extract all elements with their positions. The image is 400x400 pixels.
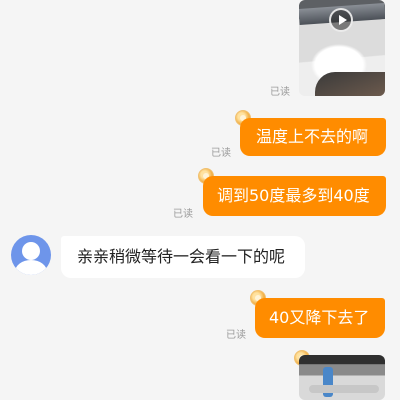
message-text: 40又降下去了 xyxy=(269,308,370,327)
play-icon[interactable] xyxy=(329,8,353,32)
outgoing-message-bubble[interactable]: 调到50度最多到40度 xyxy=(203,176,386,216)
avatar-body xyxy=(15,260,47,275)
read-receipt: 已读 xyxy=(226,330,246,341)
image-message-thumbnail[interactable] xyxy=(299,355,385,400)
customer-service-avatar[interactable] xyxy=(11,235,51,275)
video-message-thumbnail[interactable] xyxy=(299,0,385,96)
outgoing-message-bubble[interactable]: 温度上不去的啊 xyxy=(240,118,386,156)
chat-thread: 已读 温度上不去的啊 已读 调到50度最多到40度 已读 亲亲稍微等待一会看一下… xyxy=(0,0,400,400)
message-text: 亲亲稍微等待一会看一下的呢 xyxy=(77,247,286,266)
read-receipt: 已读 xyxy=(211,148,231,159)
incoming-message-bubble[interactable]: 亲亲稍微等待一会看一下的呢 xyxy=(61,236,305,278)
avatar-head xyxy=(22,242,40,260)
read-receipt: 已读 xyxy=(173,209,193,220)
hand-in-photo xyxy=(315,72,385,96)
read-receipt: 已读 xyxy=(270,87,290,98)
message-text: 温度上不去的啊 xyxy=(256,127,369,146)
message-text: 调到50度最多到40度 xyxy=(217,186,370,205)
fixture-in-photo xyxy=(309,385,379,393)
outgoing-message-bubble[interactable]: 40又降下去了 xyxy=(255,298,385,338)
